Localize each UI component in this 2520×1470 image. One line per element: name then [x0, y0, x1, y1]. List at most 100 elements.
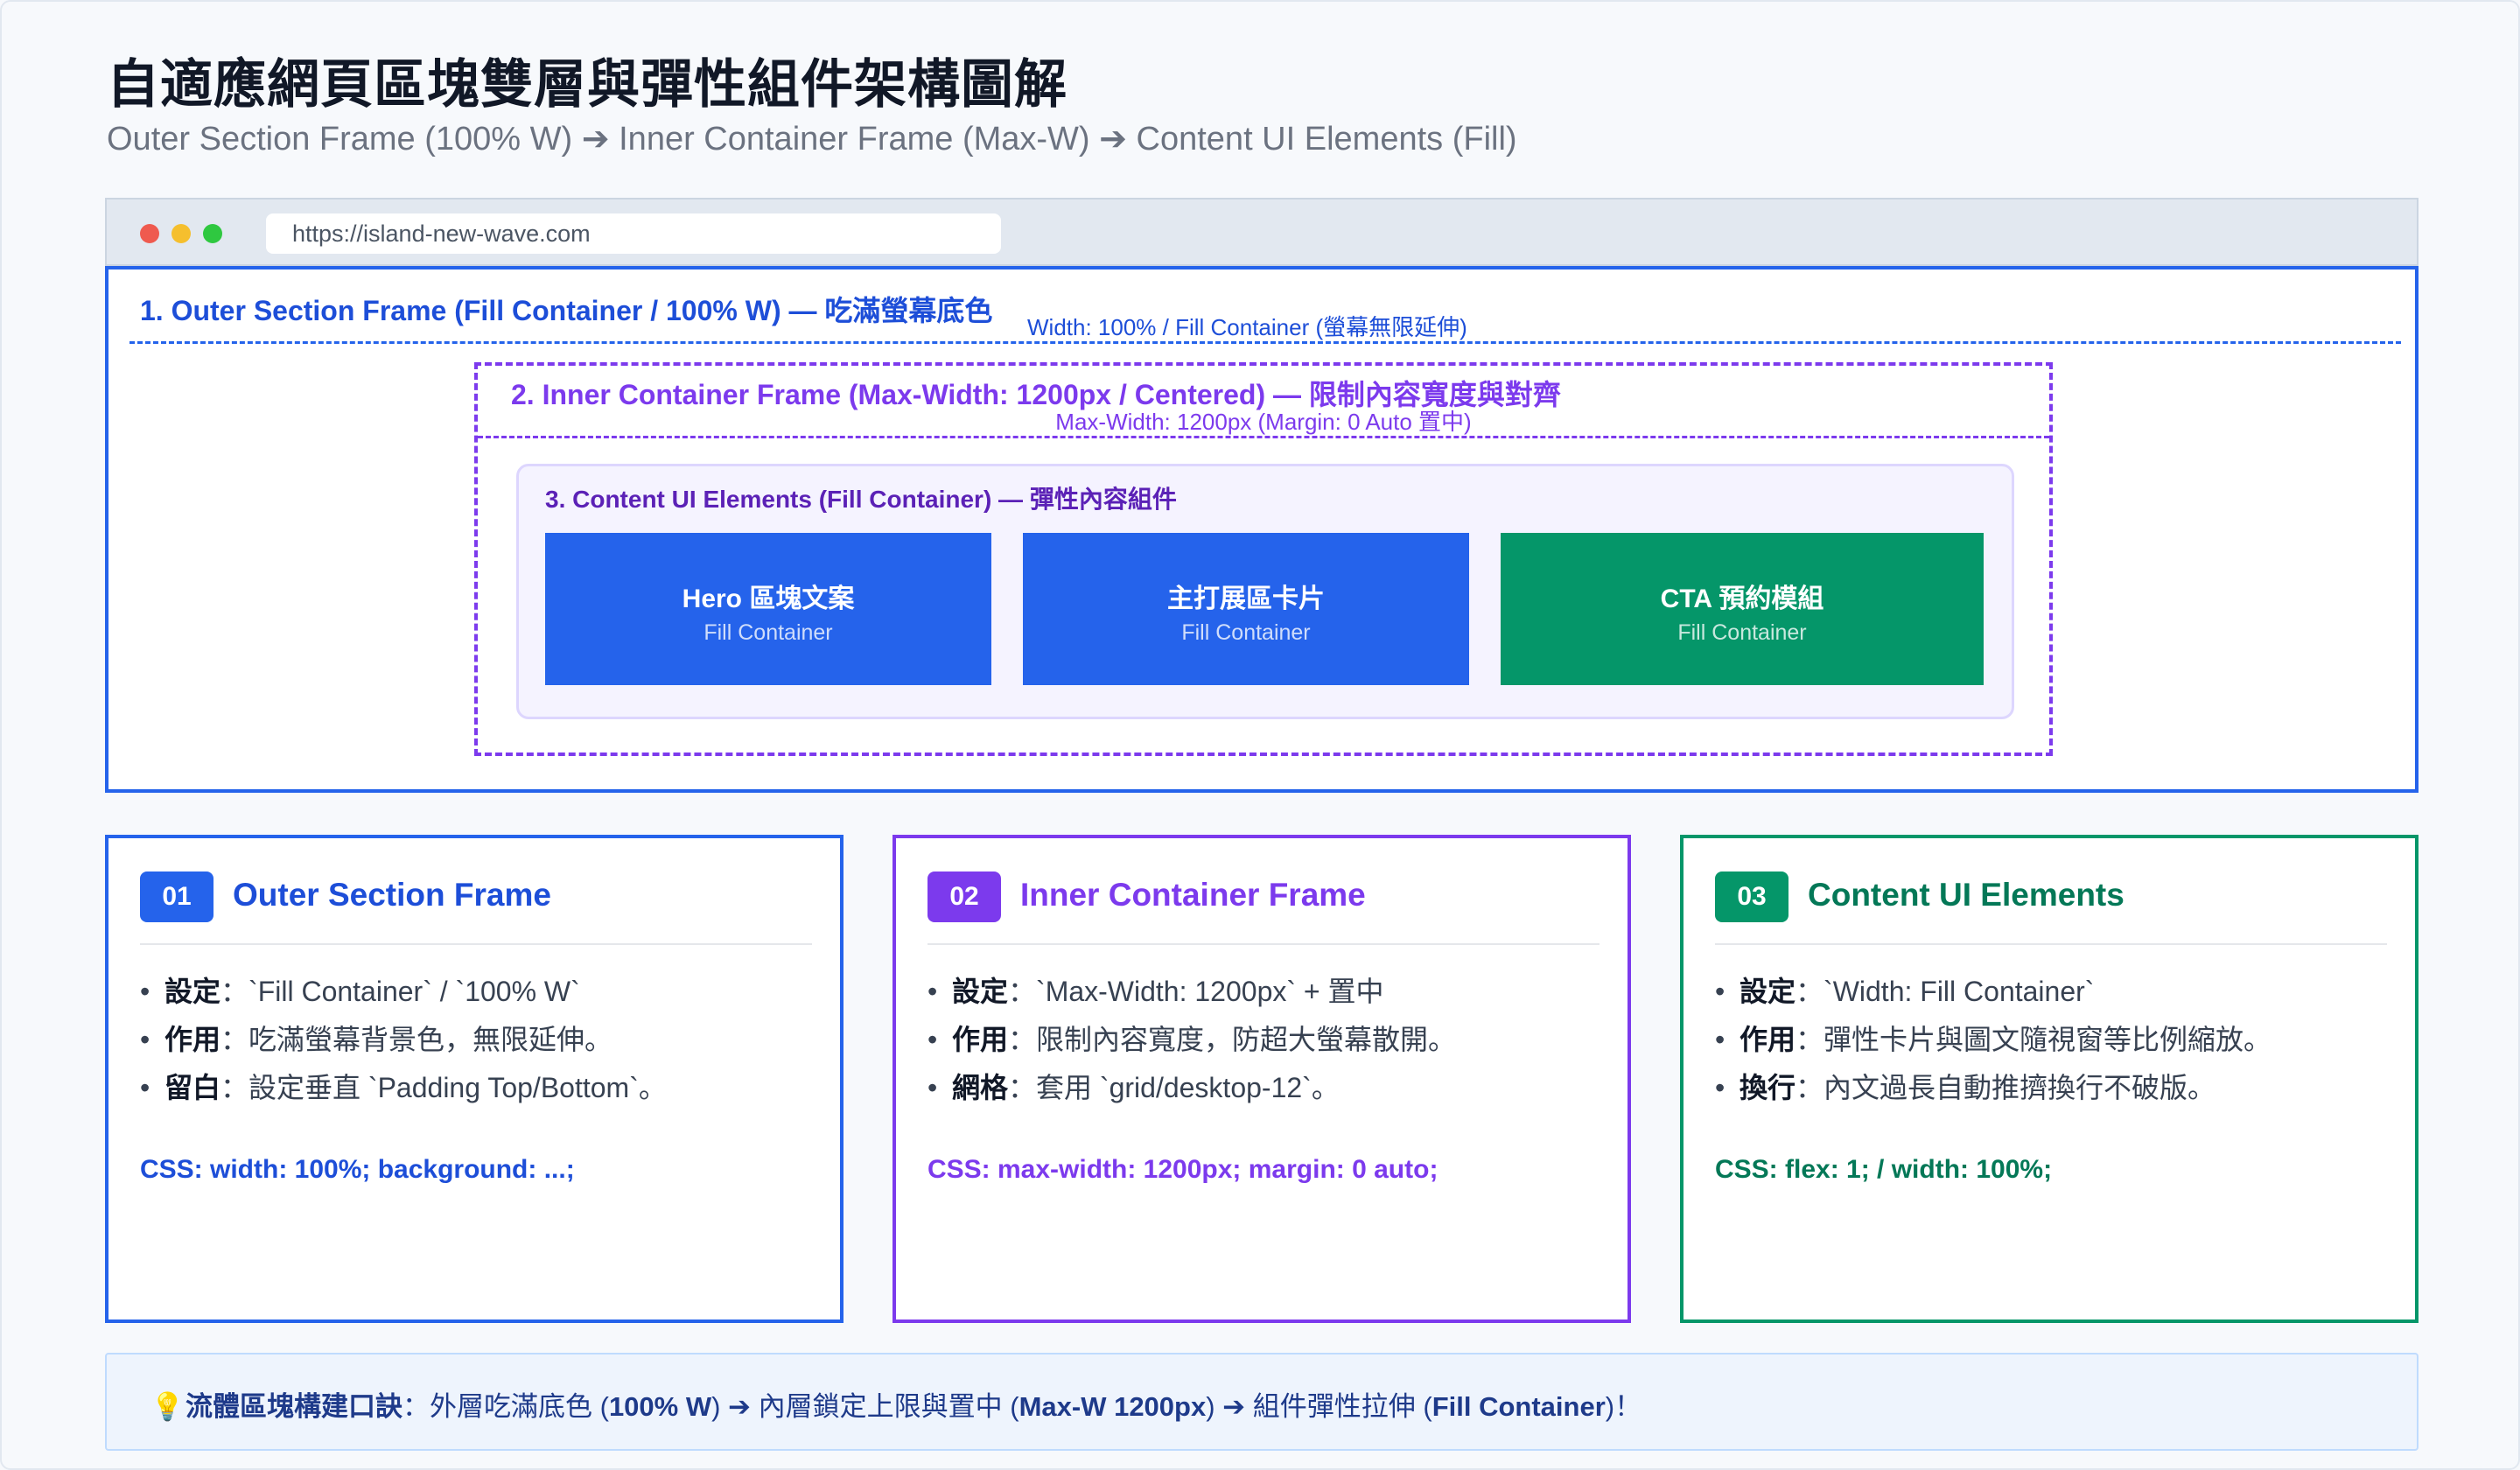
- hero-block-sub: Fill Container: [704, 620, 833, 645]
- card-badge: 01: [140, 872, 214, 922]
- page: 自適應網頁區塊雙層與彈性組件架構圖解 Outer Section Frame (…: [0, 0, 2520, 1470]
- card-bullet-list: • 設定：`Max-Width: 1200px` + 置中 • 作用：限制內容寬度，…: [928, 968, 1456, 1112]
- cta-block-title: CTA 預約模組: [1660, 584, 1824, 613]
- featured-card-block-sub: Fill Container: [1181, 620, 1311, 645]
- hero-block: Hero 區塊文案 Fill Container: [545, 533, 991, 685]
- list-item: • 作用：彈性卡片與圖文隨視窗等比例縮放。: [1715, 1016, 2272, 1064]
- card-css-snippet: CSS: width: 100%; background: ...;: [140, 1155, 575, 1184]
- tip-part4: )！: [1605, 1391, 1642, 1422]
- tip-part1: 外層吃滿底色 (: [430, 1391, 609, 1422]
- bullet-key: 留白: [164, 1072, 221, 1103]
- inner-frame-note: Max-Width: 1200px (Margin: 0 Auto 置中): [1055, 409, 1472, 435]
- tip-part3: ) ➔ 組件彈性拉伸 (: [1206, 1391, 1432, 1422]
- url-bar[interactable]: https://island-new-wave.com: [266, 214, 1001, 254]
- list-item: • 作用：吃滿螢幕背景色，無限延伸。: [140, 1016, 667, 1064]
- bullet-key: 網格: [952, 1072, 1009, 1103]
- bullet-key: 作用: [1740, 1024, 1796, 1055]
- list-item: • 設定：`Max-Width: 1200px` + 置中: [928, 968, 1456, 1016]
- featured-card-block: 主打展區卡片 Fill Container: [1023, 533, 1469, 685]
- bullet-text: 限制內容寬度，防超大螢幕散開。: [1036, 1024, 1457, 1055]
- bullet-text: `Max-Width: 1200px` + 置中: [1036, 976, 1384, 1007]
- cta-block: CTA 預約模組 Fill Container: [1501, 533, 1984, 685]
- list-item: • 網格：套用 `grid/desktop-12`。: [928, 1064, 1456, 1112]
- tip-lead: 流體區塊構建口訣: [186, 1391, 402, 1422]
- card-title: Inner Container Frame: [1020, 877, 1366, 913]
- minimize-window-dot-icon[interactable]: [172, 224, 191, 243]
- card-bullet-list: • 設定：`Fill Container` / `100% W` • 作用：吃滿螢幕…: [140, 968, 667, 1112]
- bullet-text: 吃滿螢幕背景色，無限延伸。: [248, 1024, 613, 1055]
- bullet-key: 設定: [952, 976, 1009, 1007]
- lightbulb-icon: 💡: [150, 1391, 185, 1422]
- card-title: Outer Section Frame: [233, 877, 551, 913]
- bullet-sep: ：: [1008, 976, 1037, 1007]
- bullet-dot-icon: •: [140, 976, 150, 1007]
- bullet-dot-icon: •: [140, 1024, 150, 1055]
- bullet-sep: ：: [1796, 976, 1824, 1007]
- card-title: Content UI Elements: [1808, 877, 2124, 913]
- card-css-snippet: CSS: flex: 1; / width: 100%;: [1715, 1155, 2053, 1184]
- tip-sep: ：: [402, 1391, 430, 1422]
- bullet-text: `Fill Container` / `100% W`: [248, 976, 580, 1007]
- bullet-text: 設定垂直 `Padding Top/Bottom`。: [248, 1072, 667, 1103]
- outer-frame-label: 1. Outer Section Frame (Fill Container /…: [140, 295, 993, 326]
- list-item: • 留白：設定垂直 `Padding Top/Bottom`。: [140, 1064, 667, 1112]
- bullet-sep: ：: [1796, 1024, 1824, 1055]
- card-outer-section: 01 Outer Section Frame • 設定：`Fill Contain…: [105, 835, 844, 1323]
- page-title: 自適應網頁區塊雙層與彈性組件架構圖解: [107, 55, 1068, 114]
- list-item: • 作用：限制內容寬度，防超大螢幕散開。: [928, 1016, 1456, 1064]
- cta-block-sub: Fill Container: [1677, 620, 1807, 645]
- card-badge: 03: [1715, 872, 1788, 922]
- bullet-key: 作用: [164, 1024, 221, 1055]
- browser-toolbar: https://island-new-wave.com: [105, 198, 2418, 266]
- tip-part2: ) ➔ 內層鎖定上限與置中 (: [711, 1391, 1019, 1422]
- card-divider: [928, 943, 1600, 945]
- card-css-snippet: CSS: max-width: 1200px; margin: 0 auto;: [928, 1155, 1438, 1184]
- tip-bold2: Max-W 1200px: [1018, 1391, 1207, 1422]
- bullet-text: `Width: Fill Container`: [1824, 976, 2095, 1007]
- bullet-sep: ：: [220, 1024, 249, 1055]
- card-content-ui: 03 Content UI Elements • 設定：`Width: Fill …: [1680, 835, 2418, 1323]
- bullet-text: 內文過長自動推擠換行不破版。: [1824, 1072, 2216, 1103]
- outer-section-frame: 1. Outer Section Frame (Fill Container /…: [105, 266, 2418, 793]
- bullet-dot-icon: •: [1715, 976, 1726, 1007]
- card-divider: [1715, 943, 2387, 945]
- featured-card-block-title: 主打展區卡片: [1167, 584, 1325, 613]
- bullet-text: 彈性卡片與圖文隨視窗等比例縮放。: [1824, 1024, 2272, 1055]
- bullet-sep: ：: [1796, 1072, 1824, 1103]
- content-frame-label: 3. Content UI Elements (Fill Container) …: [545, 486, 1177, 513]
- bullet-dot-icon: •: [140, 1072, 150, 1103]
- card-bullet-list: • 設定：`Width: Fill Container` • 作用：彈性卡片與圖文隨…: [1715, 968, 2272, 1112]
- close-window-dot-icon[interactable]: [140, 224, 159, 243]
- tip-bold1: 100% W: [608, 1391, 712, 1422]
- tip-text: 💡流體區塊構建口訣：外層吃滿底色 (100% W) ➔ 內層鎖定上限與置中 (M…: [150, 1384, 1642, 1424]
- bullet-sep: ：: [220, 976, 249, 1007]
- outer-frame-divider: [130, 341, 2401, 344]
- bullet-dot-icon: •: [928, 976, 938, 1007]
- bullet-dot-icon: •: [1715, 1024, 1726, 1055]
- maximize-window-dot-icon[interactable]: [203, 224, 222, 243]
- browser-mockup: https://island-new-wave.com 1. Outer Sec…: [105, 198, 2418, 793]
- inner-frame-divider: [478, 436, 2049, 438]
- card-inner-container: 02 Inner Container Frame • 設定：`Max-Width:…: [892, 835, 1631, 1323]
- page-subtitle: Outer Section Frame (100% W) ➔ Inner Con…: [107, 121, 1517, 158]
- bullet-key: 換行: [1740, 1072, 1796, 1103]
- bullet-key: 設定: [164, 976, 221, 1007]
- list-item: • 設定：`Fill Container` / `100% W`: [140, 968, 667, 1016]
- content-ui-frame: 3. Content UI Elements (Fill Container) …: [516, 464, 2014, 719]
- card-divider: [140, 943, 812, 945]
- bullet-dot-icon: •: [1715, 1072, 1726, 1103]
- list-item: • 換行：內文過長自動推擠換行不破版。: [1715, 1064, 2272, 1112]
- inner-container-frame: 2. Inner Container Frame (Max-Width: 120…: [474, 362, 2053, 756]
- tip-banner: 💡流體區塊構建口訣：外層吃滿底色 (100% W) ➔ 內層鎖定上限與置中 (M…: [105, 1353, 2418, 1451]
- list-item: • 設定：`Width: Fill Container`: [1715, 968, 2272, 1016]
- bullet-sep: ：: [1008, 1024, 1037, 1055]
- bullet-text: 套用 `grid/desktop-12`。: [1036, 1072, 1340, 1103]
- bullet-sep: ：: [220, 1072, 249, 1103]
- bullet-dot-icon: •: [928, 1024, 938, 1055]
- bullet-key: 設定: [1740, 976, 1796, 1007]
- tip-bold3: Fill Container: [1432, 1391, 1606, 1422]
- bullet-dot-icon: •: [928, 1072, 938, 1103]
- bullet-sep: ：: [1008, 1072, 1037, 1103]
- bullet-key: 作用: [952, 1024, 1009, 1055]
- outer-frame-note: Width: 100% / Fill Container (螢幕無限延伸): [1027, 314, 1467, 340]
